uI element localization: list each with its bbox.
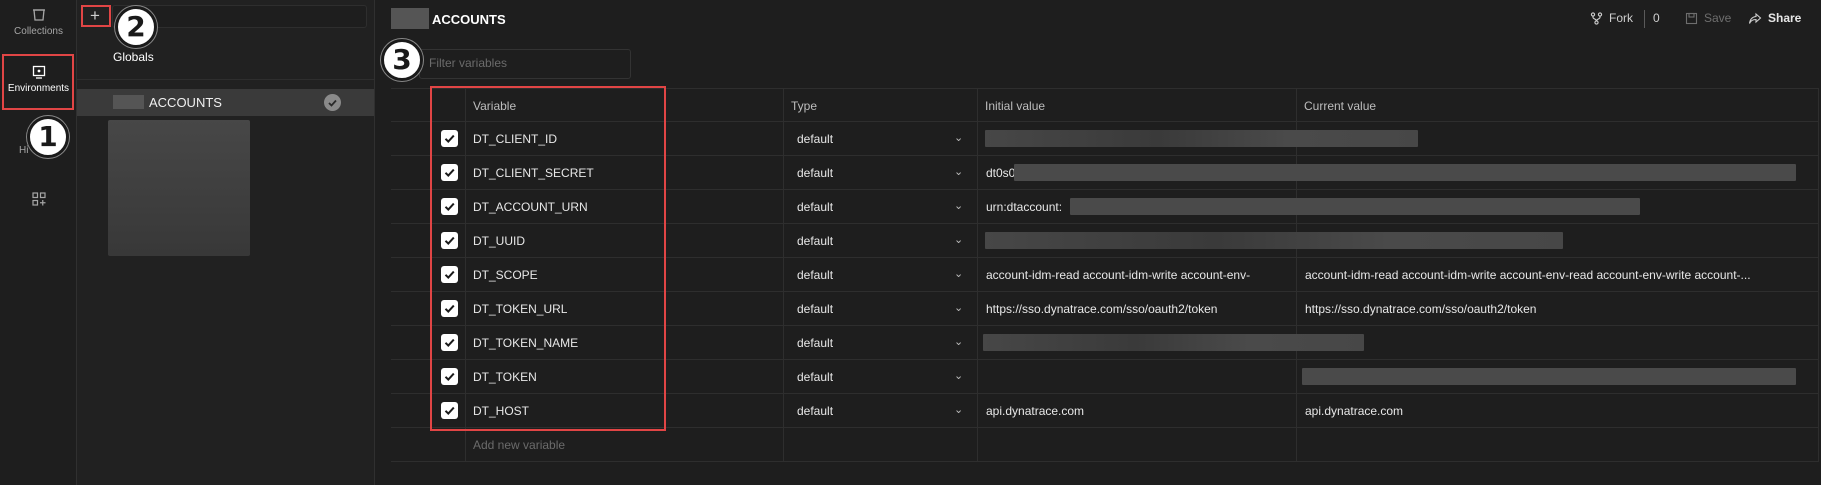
annotation-badge-3: 3: [381, 39, 423, 81]
chevron-down-icon[interactable]: ⌄: [954, 233, 963, 246]
fork-button[interactable]: Fork: [1590, 11, 1633, 25]
redacted-value: [985, 130, 1418, 147]
add-variable-row[interactable]: Add new variable: [391, 428, 1819, 462]
chevron-down-icon[interactable]: ⌄: [954, 131, 963, 144]
rail-collections[interactable]: Collections: [0, 7, 77, 37]
initial-value-cell[interactable]: urn:dtaccount:: [986, 200, 1062, 214]
highlight-variable-column: [430, 86, 666, 431]
add-new-variable-input[interactable]: Add new variable: [473, 438, 565, 452]
chevron-down-icon[interactable]: ⌄: [954, 199, 963, 212]
toolbar-separator: [1644, 10, 1645, 28]
active-environment-check-icon[interactable]: [324, 94, 341, 111]
annotation-badge-1: 1: [27, 116, 69, 158]
filter-placeholder: Filter variables: [429, 56, 508, 70]
type-select[interactable]: default: [797, 166, 833, 180]
redacted-title-prefix: [391, 8, 429, 29]
chevron-down-icon[interactable]: ⌄: [954, 267, 963, 280]
current-value-cell[interactable]: account-idm-read account-idm-write accou…: [1305, 268, 1751, 282]
column-header-current: Current value: [1304, 99, 1377, 113]
redacted-value: [985, 232, 1563, 249]
type-select[interactable]: default: [797, 302, 833, 316]
apps-add-icon: [31, 192, 46, 206]
type-select[interactable]: default: [797, 234, 833, 248]
rail-collections-label: Collections: [14, 26, 63, 37]
collections-icon: [32, 9, 45, 21]
chevron-down-icon[interactable]: ⌄: [954, 403, 963, 416]
column-header-initial: Initial value: [985, 99, 1046, 113]
fork-count-value: 0: [1653, 11, 1660, 25]
save-button[interactable]: Save: [1685, 11, 1731, 25]
highlight-add-button: [81, 5, 111, 27]
environment-name: ACCOUNTS: [149, 95, 222, 110]
chevron-down-icon[interactable]: ⌄: [954, 335, 963, 348]
chevron-down-icon[interactable]: ⌄: [954, 301, 963, 314]
save-icon: [1685, 12, 1698, 24]
globals-link[interactable]: Globals: [113, 50, 154, 64]
redacted-value: [1070, 198, 1640, 215]
environment-item-accounts[interactable]: ACCOUNTS: [77, 89, 374, 116]
current-value-cell[interactable]: https://sso.dynatrace.com/sso/oauth2/tok…: [1305, 302, 1536, 316]
initial-value-cell[interactable]: dt0s0: [986, 166, 1015, 180]
environment-title: ACCOUNTS: [432, 12, 506, 27]
type-select[interactable]: default: [797, 370, 833, 384]
redacted-prefix: [113, 95, 144, 109]
column-header-type: Type: [791, 99, 818, 113]
annotation-badge-2: 2: [115, 6, 157, 48]
divider: [77, 79, 374, 80]
initial-value-cell[interactable]: account-idm-read account-idm-write accou…: [986, 268, 1250, 282]
chevron-down-icon[interactable]: ⌄: [954, 369, 963, 382]
fork-icon: [1590, 11, 1603, 25]
share-label: Share: [1768, 11, 1802, 25]
type-select[interactable]: default: [797, 336, 833, 350]
fork-label: Fork: [1609, 11, 1633, 25]
initial-value-cell[interactable]: api.dynatrace.com: [986, 404, 1084, 418]
share-button[interactable]: Share: [1748, 11, 1801, 25]
redacted-area: [108, 120, 250, 256]
chevron-down-icon[interactable]: ⌄: [954, 165, 963, 178]
initial-value-cell[interactable]: https://sso.dynatrace.com/sso/oauth2/tok…: [986, 302, 1217, 316]
rail-add-workbench[interactable]: [0, 191, 77, 207]
fork-count: 0: [1653, 11, 1660, 25]
type-select[interactable]: default: [797, 404, 833, 418]
redacted-value: [983, 334, 1364, 351]
redacted-value: [1014, 164, 1796, 181]
save-label: Save: [1704, 11, 1732, 25]
share-icon: [1748, 12, 1762, 24]
type-select[interactable]: default: [797, 268, 833, 282]
type-select[interactable]: default: [797, 200, 833, 214]
highlight-environments: [2, 54, 74, 110]
redacted-value: [1302, 368, 1796, 385]
type-select[interactable]: default: [797, 132, 833, 146]
current-value-cell[interactable]: api.dynatrace.com: [1305, 404, 1403, 418]
